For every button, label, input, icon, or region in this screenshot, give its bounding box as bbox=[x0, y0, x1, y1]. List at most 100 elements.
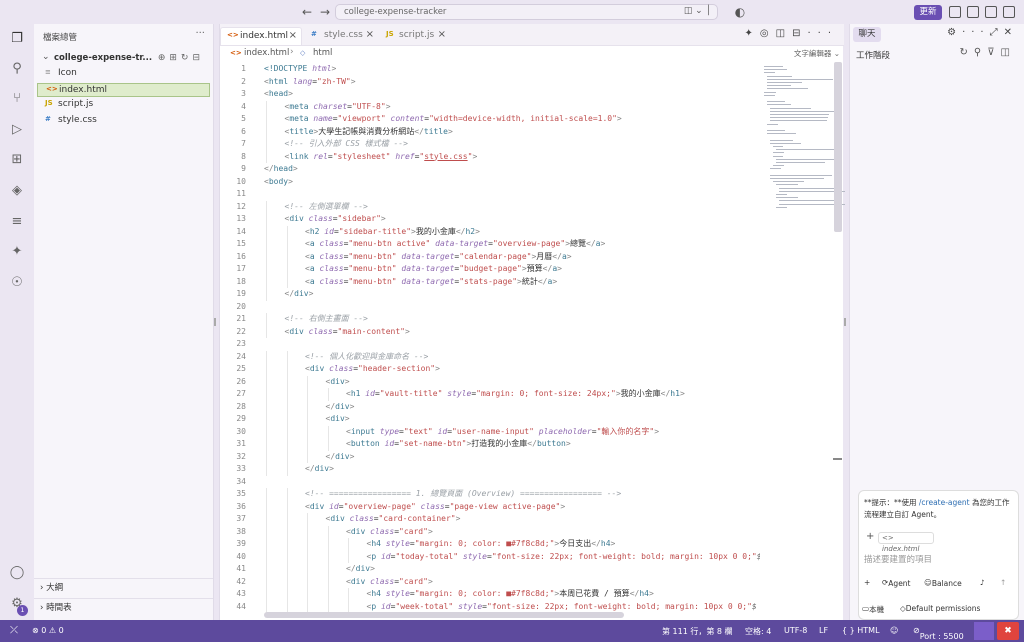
tab-label: index.html bbox=[240, 31, 288, 41]
vertical-scrollbar[interactable] bbox=[834, 62, 842, 232]
sessions-title: 工作階段 bbox=[856, 51, 891, 61]
run-debug-icon[interactable]: ▷ bbox=[9, 122, 25, 138]
close-icon[interactable]: × bbox=[366, 29, 374, 40]
live-server-port[interactable]: ⊘ Port : 5500 bbox=[913, 626, 964, 641]
timeline-section[interactable]: › 時間表 bbox=[40, 601, 72, 613]
update-button[interactable]: 更新 bbox=[914, 5, 942, 20]
source-control-icon[interactable]: ⑂ bbox=[9, 91, 25, 107]
add-context-icon[interactable]: + bbox=[866, 531, 874, 542]
remote-indicator-icon[interactable]: ⤫ bbox=[0, 620, 28, 642]
file-icon: <> bbox=[46, 84, 58, 93]
cursor-position[interactable]: 第 111 行，第 8 欄 bbox=[662, 626, 733, 637]
language-mode[interactable]: { } HTML bbox=[842, 626, 880, 635]
close-icon[interactable]: × bbox=[289, 30, 297, 41]
code-line: 15 <a class="menu-btn active" data-target… bbox=[220, 238, 760, 251]
editor-tab[interactable]: <> index.html × bbox=[220, 27, 302, 45]
permissions-button[interactable]: ◇ Default permissions bbox=[900, 604, 980, 613]
indent-guide bbox=[266, 463, 267, 476]
minimap[interactable] bbox=[760, 62, 845, 232]
end-of-line[interactable]: LF bbox=[819, 626, 828, 635]
file-item[interactable]: # style.css bbox=[37, 114, 210, 128]
ports-icon[interactable] bbox=[974, 622, 994, 640]
file-item[interactable]: JS script.js bbox=[37, 98, 210, 112]
send-icon[interactable]: ↑ bbox=[1000, 578, 1006, 587]
python-icon[interactable]: ◈ bbox=[9, 183, 25, 199]
code-editor[interactable]: 1 <!DOCTYPE html> 2 <html lang="zh-TW"> 3 <he… bbox=[220, 62, 760, 614]
agent-mode-picker[interactable]: ⟳ Agent bbox=[882, 578, 911, 588]
indentation[interactable]: 空格: 4 bbox=[745, 626, 771, 637]
indent-guide bbox=[286, 575, 288, 588]
code-line: 3 <head> bbox=[220, 88, 760, 101]
account-icon[interactable]: ◯ bbox=[9, 565, 25, 581]
context-file-chip[interactable]: <> index.html bbox=[878, 532, 934, 553]
chat-actions-icons[interactable]: ⚙···⤢✕ bbox=[947, 27, 1018, 38]
tab-chat[interactable]: 聊天 bbox=[853, 27, 881, 42]
extensions-icon[interactable]: ⊞ bbox=[9, 152, 25, 168]
toggle-primary-sidebar-icon[interactable] bbox=[949, 6, 961, 18]
more-actions-icon[interactable]: ··· bbox=[195, 28, 205, 39]
code-line: 23 bbox=[220, 338, 760, 351]
indent-guide bbox=[286, 388, 288, 401]
line-number: 44 bbox=[236, 601, 246, 611]
folder-actions-icons[interactable]: ⊕⊞↻⊟ bbox=[158, 53, 204, 63]
horizontal-scrollbar[interactable] bbox=[264, 612, 624, 618]
toggle-panel-icon[interactable] bbox=[985, 6, 997, 18]
code-line: 42 <div class="card"> bbox=[220, 575, 760, 588]
sidebar-sash[interactable] bbox=[214, 318, 216, 326]
search-icon[interactable]: ⚲ bbox=[9, 61, 25, 77]
line-number: 24 bbox=[236, 351, 246, 361]
code-line: 30 <input type="text" id="user-name-input… bbox=[220, 425, 760, 438]
editor-tab[interactable]: # style.css × bbox=[305, 27, 378, 45]
breadcrumb-node[interactable]: html bbox=[313, 48, 332, 58]
project-folder[interactable]: ⌄ college-expense-tr... ⊕⊞↻⊟ bbox=[40, 52, 210, 67]
indent-guide bbox=[266, 525, 267, 538]
file-item[interactable]: <> index.html bbox=[37, 82, 210, 97]
line-number: 3 bbox=[241, 89, 246, 98]
copilot-sparkle-icon[interactable]: ✦ bbox=[9, 244, 25, 260]
add-icon[interactable]: + bbox=[864, 578, 870, 587]
element-icon: ◇ bbox=[300, 49, 306, 57]
create-agent-link[interactable]: /create-agent bbox=[919, 498, 970, 507]
text-editor-label-text: 文字編輯器 bbox=[793, 49, 832, 58]
explorer-icon[interactable]: ❐ bbox=[9, 31, 25, 47]
copilot-icon[interactable]: ◫ ⌄ │ bbox=[684, 6, 711, 16]
sessions-actions-icons[interactable]: ↻⚲⊽◫ bbox=[960, 47, 1016, 58]
line-content: <p id="today-total" style="font-size: 22… bbox=[366, 551, 761, 561]
minimap-line bbox=[773, 181, 804, 183]
accounts-icon[interactable]: ◐ bbox=[733, 5, 747, 19]
back-arrow-icon[interactable]: ← bbox=[300, 5, 314, 19]
editor-tab[interactable]: JS script.js × bbox=[380, 27, 450, 45]
editor-actions-icons[interactable]: ✦◎◫⊟··· bbox=[745, 28, 838, 39]
microphone-icon[interactable]: ♪ bbox=[980, 578, 985, 587]
customize-layout-icon[interactable] bbox=[967, 6, 979, 18]
chat-input[interactable]: 描述要建置的項目 bbox=[864, 553, 1014, 565]
explorer-title: 檔案總管 bbox=[43, 33, 78, 43]
testing-icon[interactable]: ≡ bbox=[9, 214, 25, 230]
indent-guide bbox=[286, 425, 288, 438]
line-number: 36 bbox=[236, 501, 246, 511]
command-center-search[interactable]: college-expense-tracker ◫ ⌄ │ bbox=[335, 4, 718, 20]
file-item[interactable]: ≡ Icon bbox=[37, 67, 210, 81]
close-icon[interactable]: × bbox=[438, 29, 446, 40]
indent-guide bbox=[286, 225, 288, 238]
encoding[interactable]: UTF-8 bbox=[784, 626, 807, 635]
remote-explorer-icon[interactable]: ☉ bbox=[9, 275, 25, 291]
outline-section[interactable]: › 大綱 bbox=[40, 581, 63, 593]
model-picker[interactable]: ☺ Balance bbox=[924, 578, 962, 588]
problems-count[interactable]: ⊗ 0 ⚠ 0 bbox=[32, 626, 64, 635]
toggle-secondary-sidebar-icon[interactable] bbox=[1003, 6, 1015, 18]
line-content: </div> bbox=[284, 289, 314, 298]
copilot-status-icon[interactable]: ☺ bbox=[890, 626, 898, 635]
line-number: 20 bbox=[236, 301, 246, 311]
minimap-line bbox=[776, 184, 798, 186]
indent-guide bbox=[266, 263, 267, 276]
secondary-sidebar-sash[interactable] bbox=[844, 318, 846, 326]
notifications-bell-icon[interactable]: ✖ bbox=[997, 622, 1019, 640]
indent-guide bbox=[266, 388, 267, 401]
breadcrumb-file[interactable]: index.html bbox=[244, 48, 289, 58]
line-content: <h1 id="vault-title" style="margin: 0; f… bbox=[346, 389, 685, 398]
local-mode-button[interactable]: ▭ 本機 bbox=[862, 604, 884, 614]
minimap-line bbox=[779, 200, 840, 202]
text-editor-label[interactable]: 文字編輯器 ⌄ bbox=[794, 48, 840, 59]
forward-arrow-icon[interactable]: → bbox=[318, 5, 332, 19]
